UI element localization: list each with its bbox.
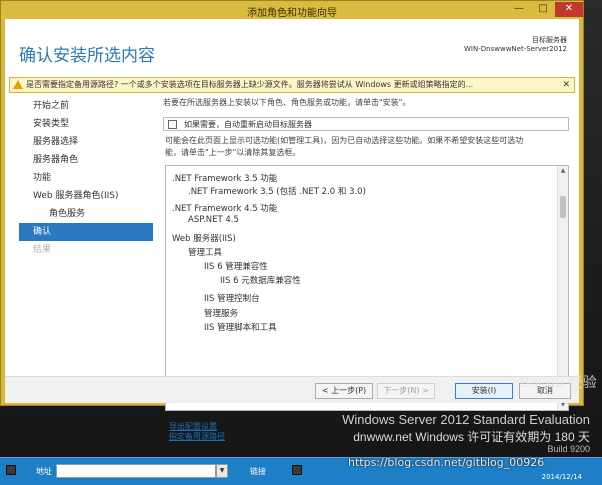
warning-text: 是否需要指定备用源路径? 一个或多个安装选项在目标服务器上缺少源文件。服务器将尝…: [26, 80, 474, 89]
nav-item-installation-type[interactable]: 安装类型: [5, 115, 155, 133]
optional-features-info: 可能会在此页面上显示可选功能(如管理工具)，因为已自动选择这些功能。如果不希望安…: [165, 136, 524, 145]
restart-checkbox[interactable]: [168, 120, 177, 129]
start-button[interactable]: [6, 465, 16, 475]
title-bar[interactable]: 添加角色和功能向导 — □ ✕: [1, 1, 583, 19]
maximize-button[interactable]: □: [531, 2, 555, 17]
selected-features-list[interactable]: .NET Framework 3.5 功能 .NET Framework 3.5…: [165, 165, 569, 411]
close-button[interactable]: ✕: [555, 2, 583, 17]
nav-item-role-services[interactable]: 角色服务: [5, 205, 155, 223]
nav-item-server-selection[interactable]: 服务器选择: [5, 133, 155, 151]
warning-icon: [13, 80, 23, 89]
next-button[interactable]: 下一步(N) >: [377, 383, 435, 399]
list-item: IIS 6 元数据库兼容性: [220, 276, 301, 286]
list-item: 管理服务: [204, 309, 239, 319]
optional-features-info-2: 能，请单击"上一步"以清除其复选框。: [165, 148, 301, 157]
nav-item-features[interactable]: 功能: [5, 169, 155, 187]
links-label[interactable]: 链接: [250, 466, 266, 477]
scroll-up-icon[interactable]: ▲: [559, 167, 567, 175]
previous-button[interactable]: < 上一步(P): [315, 383, 373, 399]
wizard-button-bar: < 上一步(P) 下一步(N) > 安装(I) 取消: [5, 376, 579, 403]
list-item: IIS 6 管理兼容性: [204, 262, 268, 272]
list-item: IIS 管理控制台: [204, 294, 260, 304]
intro-text: 若要在所选服务器上安装以下角色、角色服务或功能，请单击"安装"。: [163, 98, 411, 107]
page-title: 确认安装所选内容: [19, 46, 155, 66]
baidu-watermark: Bai du 经验: [520, 375, 597, 391]
desktop-license-text: dnwww.net Windows 许可证有效期为 180 天: [353, 430, 590, 444]
list-item: .NET Framework 3.5 功能: [172, 174, 278, 184]
list-item: IIS 管理脚本和工具: [204, 323, 277, 333]
specify-alternate-source-link[interactable]: 指定备用源路径: [169, 431, 225, 442]
window-title: 添加角色和功能向导: [247, 8, 337, 19]
address-dropdown-icon[interactable]: ▼: [216, 464, 228, 478]
confirmation-content: 若要在所选服务器上安装以下角色、角色服务或功能，请单击"安装"。 如果需要，自动…: [163, 97, 573, 441]
list-item: .NET Framework 3.5 (包括 .NET 2.0 和 3.0): [188, 187, 366, 197]
list-item: .NET Framework 4.5 功能: [172, 204, 278, 214]
address-input[interactable]: [56, 464, 216, 478]
restart-checkbox-label[interactable]: 如果需要，自动重新启动目标服务器: [184, 119, 312, 130]
destination-server-name: WIN-DnswwwNet-Server2012: [464, 45, 567, 53]
restart-option[interactable]: 如果需要，自动重新启动目标服务器: [163, 117, 569, 131]
desktop-edition-text: Windows Server 2012 Standard Evaluation: [342, 412, 590, 427]
nav-item-server-roles[interactable]: 服务器角色: [5, 151, 155, 169]
alternate-source-warning[interactable]: 是否需要指定备用源路径? 一个或多个安装选项在目标服务器上缺少源文件。服务器将尝…: [9, 77, 575, 93]
taskbar-date: 2014/12/14: [541, 473, 582, 481]
close-icon[interactable]: ✕: [562, 78, 570, 92]
nav-item-before-you-begin[interactable]: 开始之前: [5, 97, 155, 115]
list-item: ASP.NET 4.5: [188, 215, 239, 225]
toolbar-icon[interactable]: [292, 465, 302, 475]
wizard-client-area: 确认安装所选内容 目标服务器 WIN-DnswwwNet-Server2012 …: [5, 19, 579, 441]
nav-item-web-server-role[interactable]: Web 服务器角色(IIS): [5, 187, 155, 205]
address-label: 地址: [36, 467, 52, 476]
blog-watermark: https://blog.csdn.net/gitblog_00926: [348, 456, 545, 469]
list-item: Web 服务器(IIS): [172, 234, 236, 244]
scroll-thumb[interactable]: [560, 196, 566, 218]
nav-item-confirmation[interactable]: 确认: [19, 223, 153, 241]
nav-item-results: 结果: [33, 245, 52, 255]
list-item: 管理工具: [188, 248, 223, 258]
desktop-build-text: Build 9200: [547, 444, 590, 454]
add-roles-wizard-window: 添加角色和功能向导 — □ ✕ 确认安装所选内容 目标服务器 WIN-Dnsww…: [0, 0, 584, 441]
destination-server-label: 目标服务器: [532, 36, 567, 44]
install-button[interactable]: 安装(I): [455, 383, 513, 399]
minimize-button[interactable]: —: [507, 2, 531, 17]
wizard-nav: 开始之前 安装类型 服务器选择 服务器角色 功能 Web 服务器角色(IIS) …: [5, 97, 155, 259]
